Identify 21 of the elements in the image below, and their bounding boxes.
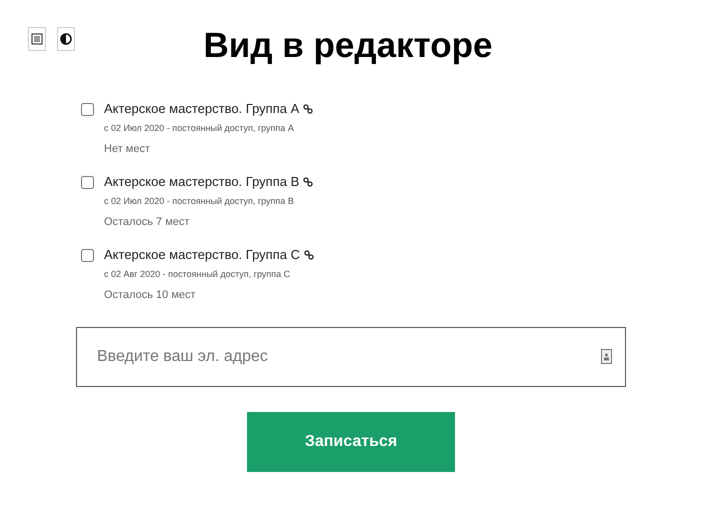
list-icon[interactable]	[28, 27, 46, 51]
group-checkbox[interactable]	[81, 176, 94, 189]
group-name: Актерское мастерство. Группа A	[104, 100, 300, 118]
submit-button[interactable]: Записаться	[247, 412, 455, 472]
group-checkbox[interactable]	[81, 249, 94, 262]
availability: Осталось 10 мест	[104, 288, 197, 302]
link-icon	[304, 250, 314, 260]
group-details: с 02 Июл 2020 - постоянный доступ, группа B	[104, 195, 295, 207]
contact-card-icon	[601, 349, 612, 364]
email-field[interactable]: Введите ваш эл. адрес	[76, 327, 626, 387]
group-checkbox[interactable]	[81, 103, 94, 116]
group-details: с 02 Июл 2020 - постоянный доступ, группа A	[104, 122, 295, 134]
group-name: Актерское мастерство. Группа C	[104, 246, 300, 264]
availability: Осталось 7 мест	[104, 215, 190, 229]
page-title: Вид в редакторе	[204, 26, 492, 66]
group-details: с 02 Авг 2020 - постоянный доступ, группа C	[104, 268, 292, 280]
contrast-icon[interactable]	[57, 27, 75, 51]
availability: Нет мест	[104, 142, 152, 156]
link-icon	[303, 104, 314, 114]
group-name: Актерское мастерство. Группа B	[104, 173, 300, 191]
link-icon	[303, 177, 314, 187]
